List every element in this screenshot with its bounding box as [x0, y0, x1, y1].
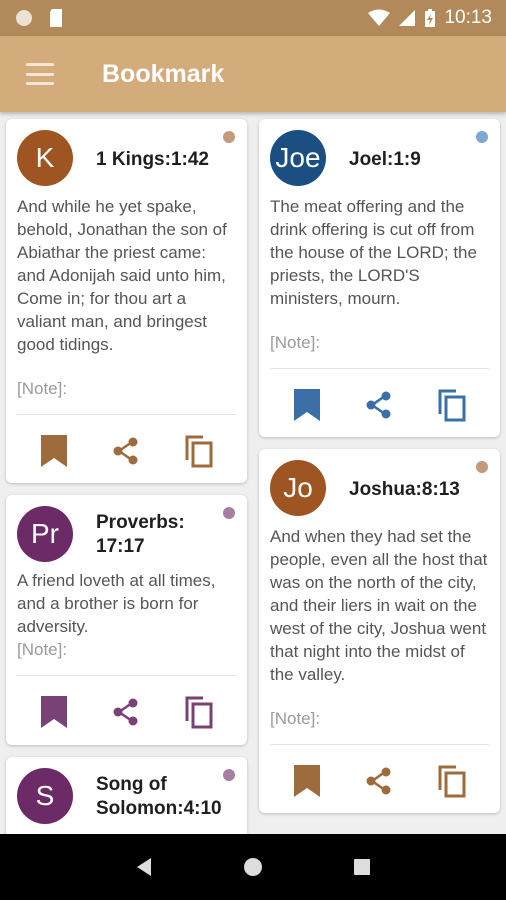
copy-button[interactable]: [432, 385, 472, 425]
menu-icon[interactable]: [26, 63, 54, 85]
note-label: [Note]:: [17, 640, 68, 659]
bookmark-icon: [41, 435, 68, 467]
bookmark-card[interactable]: Pr Proverbs: 17:17 A friend loveth at al…: [6, 495, 247, 745]
verse-reference: Song of Solomon:4:10: [96, 774, 222, 819]
share-button[interactable]: [106, 431, 146, 471]
verse-text: The meat offering and the drink offering…: [270, 197, 477, 308]
system-navigation-bar: [0, 834, 506, 900]
bookmark-icon: [41, 696, 68, 728]
status-time: 10:13: [444, 7, 492, 28]
bookmark-button[interactable]: [287, 385, 327, 425]
verse-reference: Joel:1:9: [349, 149, 421, 170]
bookmark-button[interactable]: [287, 761, 327, 801]
verse-reference: 1 Kings:1:42: [96, 149, 209, 170]
divider: [270, 368, 489, 369]
divider: [270, 744, 489, 745]
color-tag-dot: [223, 507, 235, 519]
bookmark-icon: [294, 389, 321, 421]
avatar: S: [17, 768, 73, 824]
bookmark-card[interactable]: S Song of Solomon:4:10: [6, 757, 247, 834]
share-icon: [366, 767, 391, 795]
verse-text: And when they had set the people, even a…: [270, 527, 488, 684]
recents-button[interactable]: [342, 847, 382, 887]
home-icon: [243, 858, 262, 876]
verse-reference: Proverbs: 17:17: [96, 512, 185, 557]
share-icon: [113, 698, 138, 726]
recents-icon: [353, 859, 370, 875]
color-tag-dot: [223, 131, 235, 143]
note-label: [Note]:: [270, 333, 321, 352]
avatar: K: [17, 130, 73, 186]
wifi-icon: [368, 9, 391, 26]
avatar: Joe: [270, 130, 326, 186]
copy-icon: [438, 389, 466, 422]
copy-icon: [185, 696, 213, 729]
share-button[interactable]: [359, 761, 399, 801]
verse-text: A friend loveth at all times, and a brot…: [17, 571, 216, 636]
color-tag-dot: [476, 131, 488, 143]
divider: [17, 675, 236, 676]
color-tag-dot: [476, 461, 488, 473]
note-label: [Note]:: [270, 709, 321, 728]
copy-button[interactable]: [432, 761, 472, 801]
bookmark-card[interactable]: K 1 Kings:1:42 And while he yet spake, b…: [6, 119, 247, 483]
notification-dot-icon: [16, 10, 32, 26]
share-button[interactable]: [359, 385, 399, 425]
bookmark-card[interactable]: Jo Joshua:8:13 And when they had set the…: [259, 449, 500, 813]
copy-button[interactable]: [179, 692, 219, 732]
page-title: Bookmark: [102, 59, 225, 88]
copy-icon: [185, 435, 213, 468]
bookmark-card[interactable]: Joe Joel:1:9 The meat offering and the d…: [259, 119, 500, 437]
app-bar: Bookmark: [0, 36, 506, 112]
status-bar: 10:13: [0, 0, 506, 36]
sd-card-icon: [50, 9, 62, 27]
avatar: Jo: [270, 460, 326, 516]
color-tag-dot: [223, 769, 235, 781]
home-button[interactable]: [233, 847, 273, 887]
divider: [17, 414, 236, 415]
signal-icon: [399, 10, 416, 26]
battery-charging-icon: [425, 9, 436, 27]
verse-text: And while he yet spake, behold, Jonathan…: [17, 197, 227, 354]
back-button[interactable]: [124, 847, 164, 887]
copy-icon: [438, 765, 466, 798]
back-icon: [137, 858, 152, 876]
note-label: [Note]:: [17, 379, 68, 398]
share-button[interactable]: [106, 692, 146, 732]
share-icon: [366, 391, 391, 419]
bookmark-list[interactable]: K 1 Kings:1:42 And while he yet spake, b…: [0, 112, 506, 834]
share-icon: [113, 437, 138, 465]
verse-reference: Joshua:8:13: [349, 479, 460, 500]
avatar: Pr: [17, 506, 73, 562]
bookmark-icon: [294, 765, 321, 797]
copy-button[interactable]: [179, 431, 219, 471]
bookmark-button[interactable]: [34, 692, 74, 732]
bookmark-button[interactable]: [34, 431, 74, 471]
